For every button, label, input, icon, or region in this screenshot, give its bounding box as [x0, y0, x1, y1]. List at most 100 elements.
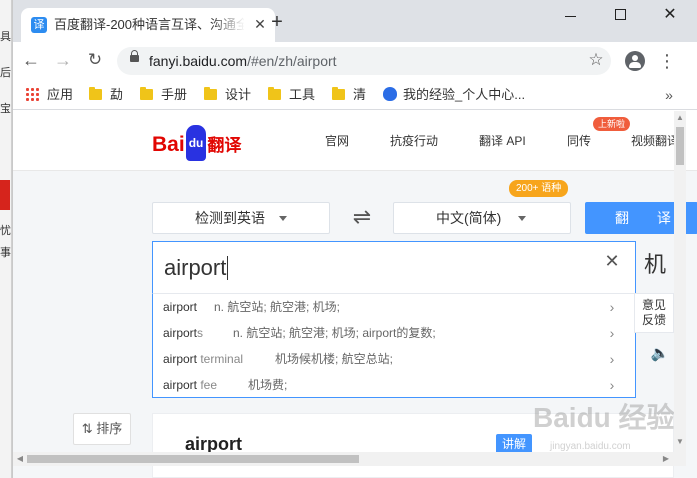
- bookmark-folder[interactable]: 手册: [140, 85, 187, 105]
- logo-bai: Bai: [152, 133, 185, 156]
- reload-icon[interactable]: ↻: [85, 50, 105, 70]
- baidu-paw-icon: [383, 87, 397, 101]
- bookmark-folder[interactable]: 勐: [89, 85, 123, 105]
- nav-translate-api[interactable]: 翻译 API: [479, 133, 526, 149]
- chevron-right-icon: ›: [609, 299, 615, 315]
- suggestion-dropdown: airport n. 航空站; 航空港; 机场; › airports n. 航…: [152, 293, 636, 398]
- vertical-scroll-thumb[interactable]: [676, 127, 684, 165]
- tab-close-icon[interactable]: ✕: [252, 16, 268, 32]
- bookmark-label: 设计: [225, 87, 252, 102]
- browser-window: 译 百度翻译-200种语言互译、沟通全 ✕ + ✕ ← → ↻ fanyi.ba…: [12, 0, 697, 478]
- minimize-icon[interactable]: [561, 10, 581, 24]
- suggestion-definition: 机场费;: [248, 378, 288, 392]
- suggestion-item[interactable]: airports n. 航空站; 航空港; 机场; airport的复数; ›: [153, 320, 635, 346]
- suggestion-rest: terminal: [197, 352, 244, 366]
- bookmark-star-icon[interactable]: ☆: [587, 51, 605, 69]
- clear-input-icon[interactable]: ✕: [603, 252, 621, 270]
- nav-official-site[interactable]: 官网: [325, 133, 349, 149]
- folder-icon: [332, 87, 345, 100]
- source-text-input[interactable]: airport ✕: [152, 241, 636, 295]
- horizontal-scroll-thumb[interactable]: [27, 455, 359, 463]
- bookmarks-overflow-icon[interactable]: »: [659, 85, 679, 105]
- feedback-label-line1: 意见: [641, 298, 666, 312]
- apps-grid-icon: [25, 87, 39, 101]
- scroll-left-arrow-icon[interactable]: ◀: [15, 454, 25, 464]
- chevron-right-icon: ›: [609, 351, 615, 367]
- logo-du: du: [185, 125, 207, 161]
- speaker-icon[interactable]: 🔈: [650, 344, 670, 364]
- bookmark-apps[interactable]: 应用: [25, 85, 73, 105]
- nav-simultaneous[interactable]: 同传: [567, 133, 591, 149]
- input-value: airport: [164, 255, 227, 280]
- url-path: /#en/zh/airport: [247, 53, 337, 69]
- scroll-up-arrow-icon[interactable]: ▲: [674, 113, 686, 123]
- browser-tab[interactable]: 译 百度翻译-200种语言互译、沟通全 ✕: [21, 8, 275, 42]
- site-header: Bai du 翻译 官网 抗疫行动 翻译 API 同传 上新啦 视频翻译: [13, 111, 697, 171]
- baidu-translate-favicon-icon: 译: [31, 17, 47, 33]
- lock-icon[interactable]: [130, 50, 139, 62]
- text-cursor: [227, 256, 229, 280]
- maximize-icon[interactable]: [615, 9, 626, 20]
- suggestion-word: airport fee: [163, 372, 217, 398]
- suggestion-item[interactable]: airport n. 航空站; 航空港; 机场; ›: [153, 294, 635, 320]
- forward-arrow-icon[interactable]: →: [53, 50, 73, 70]
- suggestion-base: airport: [163, 300, 198, 314]
- bookmark-label: 我的经验_个人中心...: [403, 87, 526, 102]
- translation-result-peek: 机: [644, 252, 667, 277]
- nav-anti-epidemic[interactable]: 抗疫行动: [390, 133, 438, 149]
- browser-toolbar: ← → ↻ fanyi.baidu.com/#en/zh/airport ☆ ⋮: [13, 42, 697, 80]
- suggestion-definition: 机场候机楼; 航空总站;: [275, 352, 394, 366]
- sort-button[interactable]: ⇅ 排序: [73, 413, 131, 445]
- vertical-scrollbar[interactable]: ▲ ▼: [674, 111, 686, 452]
- suggestion-item[interactable]: airport fee 机场费; ›: [153, 372, 635, 398]
- bookmark-label: 清: [353, 87, 367, 102]
- suggestion-word: airport: [163, 294, 197, 320]
- bookmark-label: 勐: [110, 87, 124, 102]
- swap-languages-icon[interactable]: ⇌: [350, 205, 374, 229]
- baidu-translate-logo[interactable]: Bai du 翻译: [152, 125, 241, 161]
- suggestion-item[interactable]: airport terminal 机场候机楼; 航空总站; ›: [153, 346, 635, 372]
- nav-video-translate[interactable]: 视频翻译: [631, 133, 679, 149]
- source-language-select[interactable]: 检测到英语: [152, 202, 330, 234]
- bookmark-label: 工具: [289, 87, 316, 102]
- address-bar[interactable]: fanyi.baidu.com/#en/zh/airport ☆: [117, 47, 611, 75]
- suggestion-definition: n. 航空站; 航空港; 机场; airport的复数;: [233, 326, 436, 340]
- target-language-label: 中文(简体): [436, 210, 502, 226]
- scroll-right-arrow-icon[interactable]: ▶: [661, 454, 671, 464]
- new-tab-button[interactable]: +: [267, 12, 287, 33]
- suggestion-word: airports: [163, 320, 203, 346]
- title-bar: 译 百度翻译-200种语言互译、沟通全 ✕ + ✕: [13, 0, 697, 42]
- folder-icon: [140, 87, 153, 100]
- suggestion-base: airport: [163, 378, 198, 392]
- watermark-url: jingyan.baidu.com: [550, 441, 631, 452]
- explain-tag-button[interactable]: 讲解: [496, 434, 533, 454]
- profile-avatar-icon[interactable]: [625, 51, 645, 71]
- bookmark-folder[interactable]: 设计: [204, 85, 251, 105]
- bookmark-label: 手册: [161, 87, 188, 102]
- background-text: 具: [0, 31, 11, 43]
- scroll-down-arrow-icon[interactable]: ▼: [674, 437, 686, 447]
- chevron-right-icon: ›: [609, 325, 615, 341]
- input-text-wrap[interactable]: airport: [164, 254, 229, 282]
- horizontal-scrollbar[interactable]: ◀ ▶: [13, 452, 686, 466]
- background-red-block: [0, 180, 10, 210]
- suggestion-word: airport terminal: [163, 346, 243, 372]
- bookmarks-bar: 应用 勐 手册 设计 工具 清 我的经验_个人中心... »: [13, 80, 697, 110]
- url-text[interactable]: fanyi.baidu.com/#en/zh/airport: [149, 53, 337, 69]
- bookmark-folder[interactable]: 清: [332, 85, 366, 105]
- folder-icon: [89, 87, 102, 100]
- tab-title-fade: [211, 14, 245, 36]
- back-arrow-icon[interactable]: ←: [21, 50, 41, 70]
- target-language-select[interactable]: 中文(简体): [393, 202, 571, 234]
- chevron-down-icon: [518, 216, 526, 221]
- bookmark-folder[interactable]: 工具: [268, 85, 315, 105]
- background-window-strip: 具 后 宝 忧 事: [0, 0, 12, 478]
- more-menu-icon[interactable]: ⋮: [658, 50, 676, 72]
- background-text: 后: [0, 67, 11, 79]
- background-text: 忧: [0, 225, 11, 237]
- feedback-button[interactable]: 意见 反馈: [634, 293, 674, 333]
- bookmark-jingyan[interactable]: 我的经验_个人中心...: [383, 85, 525, 105]
- window-close-icon[interactable]: ✕: [661, 6, 679, 24]
- suggestion-rest: s: [197, 326, 204, 340]
- page-viewport: Bai du 翻译 官网 抗疫行动 翻译 API 同传 上新啦 视频翻译 检测到英语…: [13, 111, 697, 478]
